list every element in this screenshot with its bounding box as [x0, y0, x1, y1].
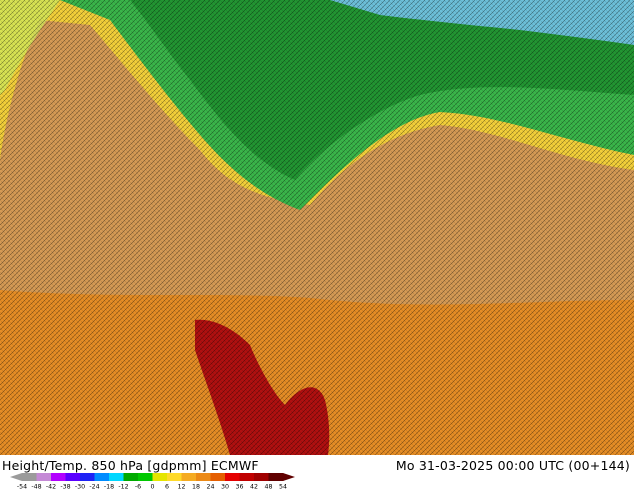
- scale-swatch: [181, 473, 197, 481]
- scale-swatch: [65, 473, 81, 481]
- scale-swatch: [80, 473, 95, 481]
- scale-tick-label: 24: [206, 484, 214, 490]
- scale-tick-label: 42: [250, 484, 258, 490]
- scale-tick-label: -6: [135, 484, 141, 490]
- scale-tick-label: 12: [177, 484, 185, 490]
- scale-tick-label: 0: [150, 484, 154, 490]
- scale-tick-label: -54: [17, 484, 27, 490]
- scale-swatch: [123, 473, 139, 481]
- scale-swatch: [210, 473, 226, 481]
- scale-tick-label: -24: [89, 484, 99, 490]
- scale-arrow-left: [10, 473, 22, 481]
- scale-swatch: [239, 473, 255, 481]
- valid-time: Mo 31-03-2025 00:00 UTC (00+144): [395, 458, 630, 473]
- scale-swatch: [152, 473, 168, 481]
- scale-swatch: [196, 473, 211, 481]
- color-scale-legend: -54 -48 -42 -38 -30 -24 -18 -12 -6 0 6 12 18 24 30 36 42…: [10, 473, 295, 490]
- scale-swatch: [94, 473, 110, 481]
- weather-map: [0, 0, 634, 455]
- scale-swatch: [268, 473, 284, 481]
- scale-tick-label: 30: [221, 484, 229, 490]
- scale-swatch: [22, 473, 37, 481]
- scale-tick-label: 18: [192, 484, 200, 490]
- scale-tick-label: 54: [279, 484, 287, 490]
- scale-tick-label: 6: [165, 484, 169, 490]
- scale-swatch: [36, 473, 52, 481]
- scale-tick-label: -30: [75, 484, 85, 490]
- scale-tick-label: 36: [235, 484, 243, 490]
- scale-tick-label: -48: [31, 484, 41, 490]
- contour-hatching-fine: [0, 0, 634, 455]
- scale-swatch: [167, 473, 182, 481]
- scale-swatch: [225, 473, 240, 481]
- scale-tick-label: -18: [104, 484, 114, 490]
- scale-tick-label: -38: [60, 484, 70, 490]
- scale-arrow-right: [283, 473, 295, 481]
- scale-tick-label: 48: [264, 484, 272, 490]
- scale-tick-label: -12: [118, 484, 128, 490]
- scale-swatch: [51, 473, 66, 481]
- scale-swatch: [254, 473, 269, 481]
- scale-tick-label: -42: [46, 484, 56, 490]
- scale-swatch: [138, 473, 153, 481]
- scale-swatch: [109, 473, 124, 481]
